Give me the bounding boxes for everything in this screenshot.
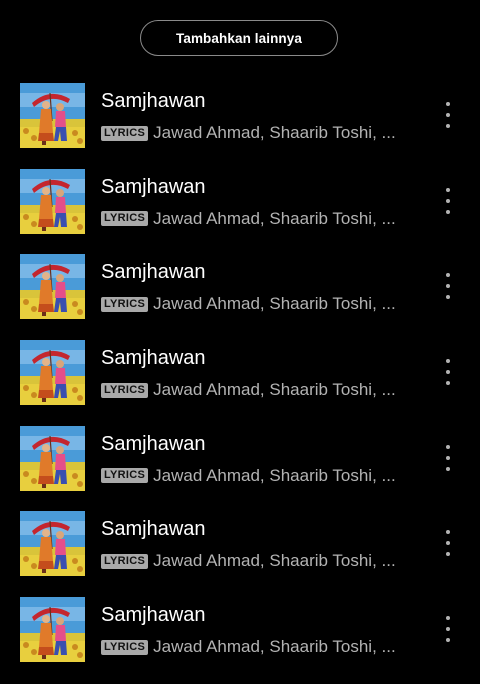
track-artists: Jawad Ahmad, Shaarib Toshi, ... — [153, 208, 396, 228]
track-row[interactable]: Samjhawan LYRICS Jawad Ahmad, Shaarib To… — [0, 417, 480, 503]
track-row[interactable]: Samjhawan LYRICS Jawad Ahmad, Shaarib To… — [0, 160, 480, 246]
track-meta: LYRICS Jawad Ahmad, Shaarib Toshi, ... — [101, 380, 396, 400]
album-cover — [20, 254, 85, 320]
track-row[interactable]: Samjhawan LYRICS Jawad Ahmad, Shaarib To… — [0, 502, 480, 588]
more-vertical-icon[interactable] — [436, 102, 460, 128]
more-vertical-icon[interactable] — [436, 273, 460, 300]
track-artists: Jawad Ahmad, Shaarib Toshi, ... — [153, 380, 396, 400]
track-title: Samjhawan — [101, 90, 206, 112]
more-vertical-icon[interactable] — [436, 444, 460, 471]
lyrics-badge: LYRICS — [101, 296, 149, 312]
more-vertical-icon[interactable] — [436, 187, 460, 214]
track-meta: LYRICS Jawad Ahmad, Shaarib Toshi, ... — [101, 294, 396, 314]
track-artists: Jawad Ahmad, Shaarib Toshi, ... — [153, 123, 396, 142]
track-title: Samjhawan — [101, 604, 206, 627]
lyrics-badge: LYRICS — [101, 639, 149, 655]
track-title: Samjhawan — [101, 175, 206, 198]
lyrics-badge: LYRICS — [101, 468, 149, 484]
track-title: Samjhawan — [101, 518, 206, 541]
track-artists: Jawad Ahmad, Shaarib Toshi, ... — [153, 294, 396, 314]
track-list: Samjhawan LYRICS Jawad Ahmad, Shaarib To… — [0, 74, 480, 674]
track-row[interactable]: Samjhawan LYRICS Jawad Ahmad, Shaarib To… — [0, 74, 480, 160]
track-meta: LYRICS Jawad Ahmad, Shaarib Toshi, ... — [101, 209, 396, 229]
album-cover — [20, 340, 85, 406]
track-row[interactable]: Samjhawan LYRICS Jawad Ahmad, Shaarib To… — [0, 331, 480, 417]
album-cover — [20, 83, 85, 148]
lyrics-badge: LYRICS — [101, 553, 149, 569]
track-row[interactable]: Samjhawan LYRICS Jawad Ahmad, Shaarib To… — [0, 588, 480, 674]
lyrics-badge: LYRICS — [101, 211, 149, 227]
album-cover — [20, 597, 85, 663]
add-more-button[interactable]: Tambahkan lainnya — [140, 20, 338, 56]
album-cover — [20, 511, 85, 577]
lyrics-badge: LYRICS — [101, 382, 149, 398]
track-artists: Jawad Ahmad, Shaarib Toshi, ... — [153, 637, 396, 657]
track-meta: LYRICS Jawad Ahmad, Shaarib Toshi, ... — [101, 466, 396, 486]
track-row[interactable]: Samjhawan LYRICS Jawad Ahmad, Shaarib To… — [0, 245, 480, 331]
track-meta: LYRICS Jawad Ahmad, Shaarib Toshi, ... — [101, 551, 396, 571]
top-bar: Tambahkan lainnya — [0, 0, 480, 74]
track-meta: LYRICS Jawad Ahmad, Shaarib Toshi, ... — [101, 123, 396, 143]
more-vertical-icon[interactable] — [436, 359, 460, 386]
lyrics-badge: LYRICS — [101, 125, 149, 141]
album-cover — [20, 168, 85, 234]
track-title: Samjhawan — [101, 261, 206, 284]
track-title: Samjhawan — [101, 347, 206, 370]
more-vertical-icon[interactable] — [436, 616, 460, 643]
track-title: Samjhawan — [101, 432, 206, 455]
track-artists: Jawad Ahmad, Shaarib Toshi, ... — [153, 551, 396, 571]
track-artists: Jawad Ahmad, Shaarib Toshi, ... — [153, 465, 396, 485]
more-vertical-icon[interactable] — [436, 530, 460, 557]
track-meta: LYRICS Jawad Ahmad, Shaarib Toshi, ... — [101, 637, 396, 657]
album-cover — [20, 425, 85, 491]
